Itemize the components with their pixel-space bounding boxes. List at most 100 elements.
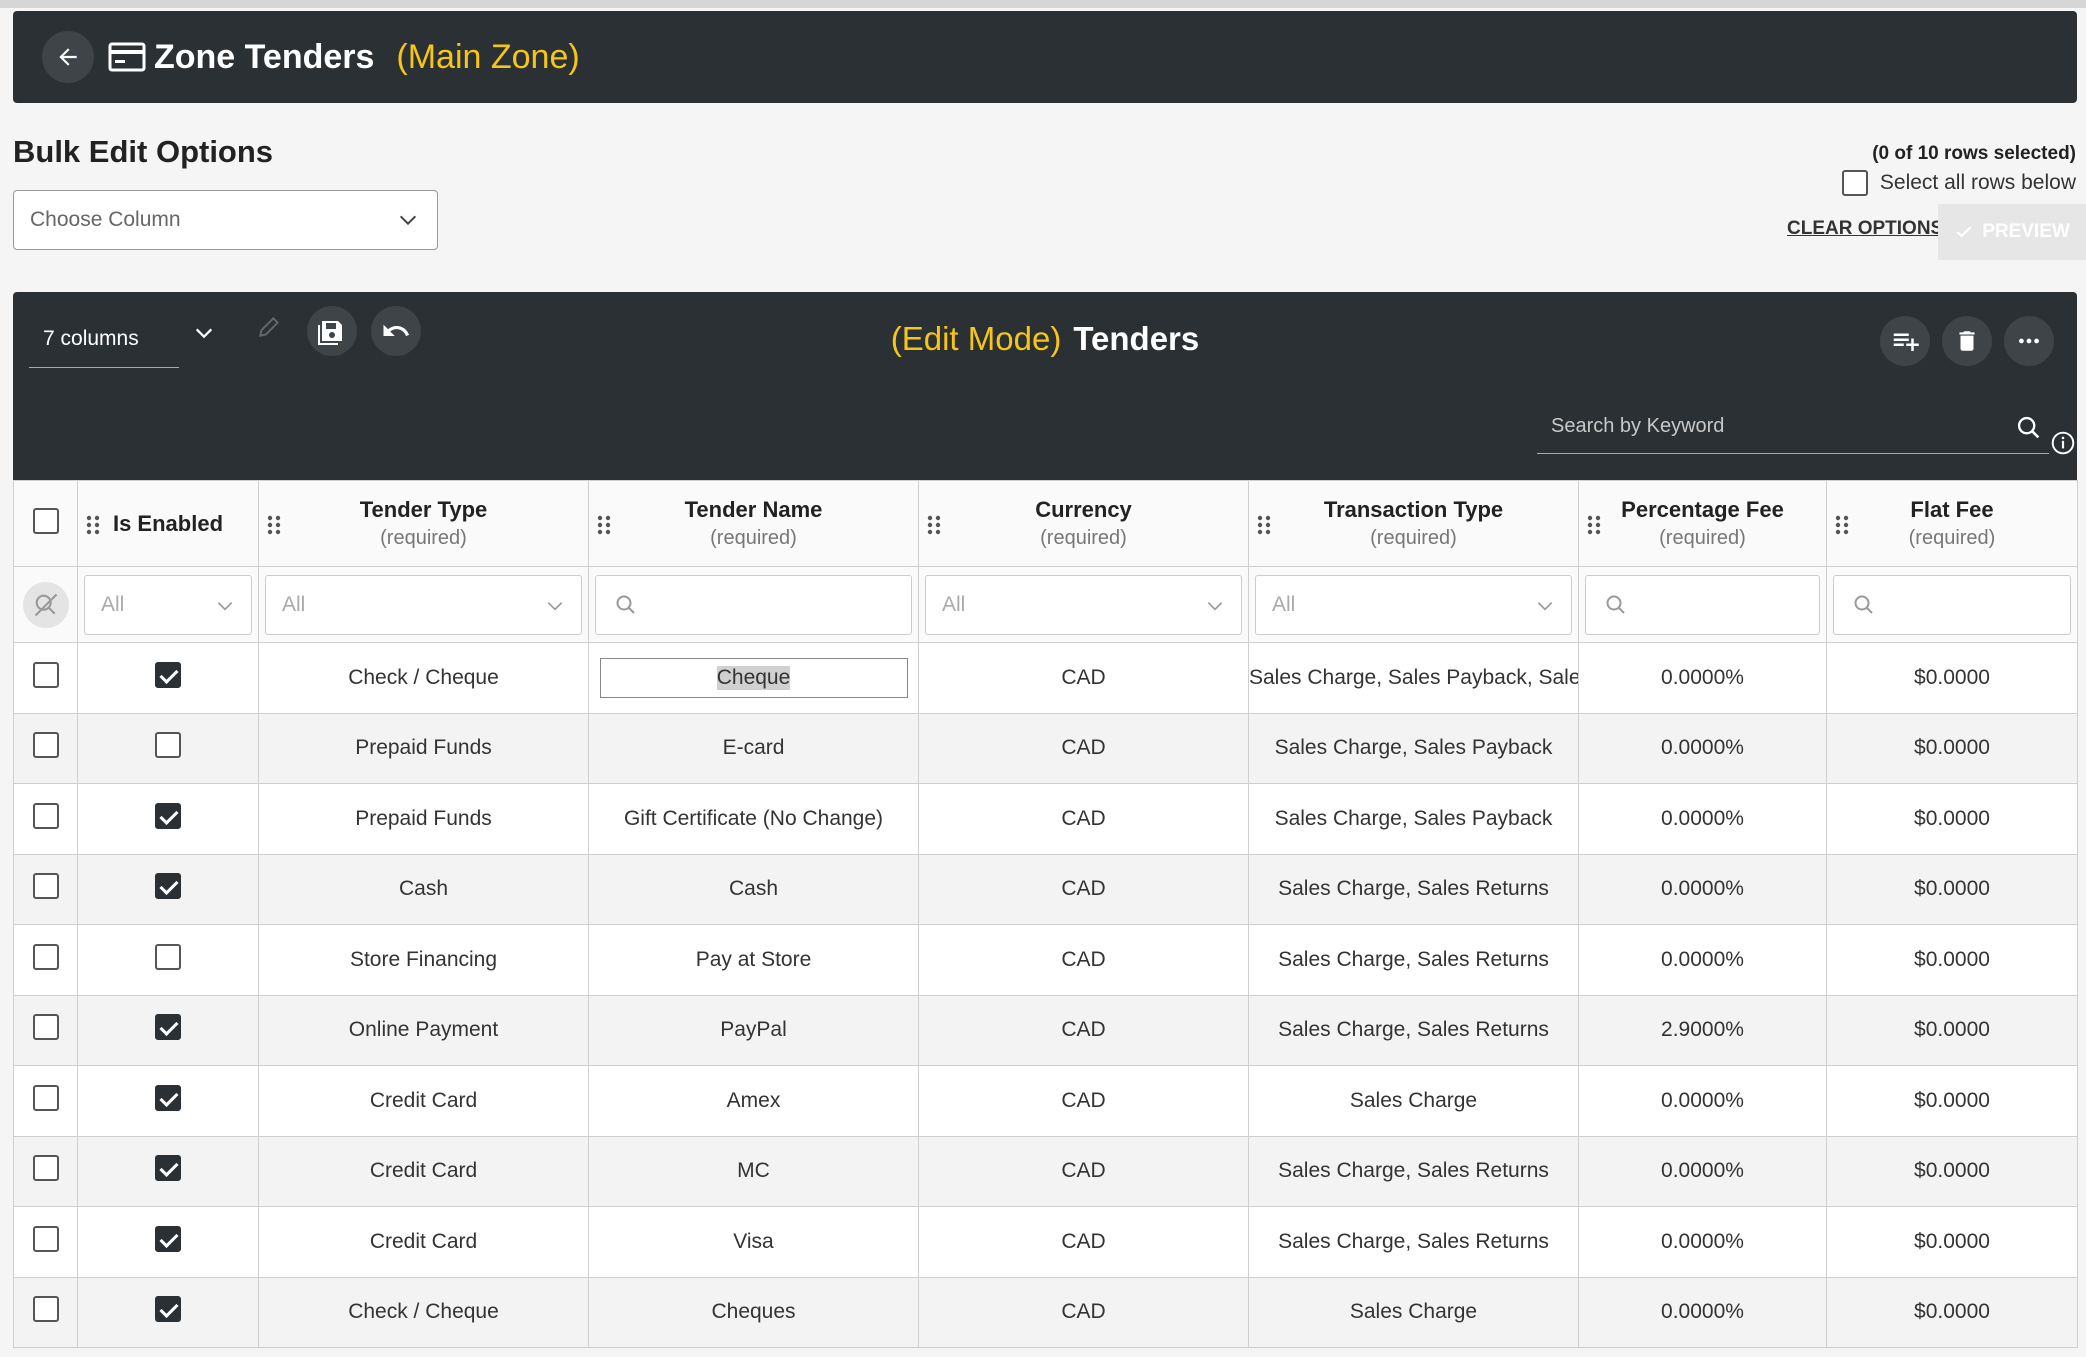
column-header-currency[interactable]: Currency (required) (918, 480, 1249, 567)
cell-flat-fee[interactable]: $0.0000 (1826, 783, 2078, 855)
row-select-checkbox[interactable] (32, 661, 59, 688)
row-select-checkbox[interactable] (32, 1296, 59, 1323)
table-row[interactable]: Credit Card MC CAD Sales Charge, Sales Retu… (13, 1135, 2078, 1207)
tender-name-editor[interactable]: Cheque (599, 657, 908, 698)
is-enabled-checkbox[interactable] (155, 943, 181, 970)
cell-tender-name[interactable]: PayPal (588, 994, 919, 1066)
cell-flat-fee[interactable]: $0.0000 (1826, 853, 2078, 925)
table-row[interactable]: Store Financing Pay at Store CAD Sales Char… (13, 924, 2078, 996)
choose-column-select[interactable]: Choose Column (13, 190, 438, 250)
filter-clear-button[interactable] (22, 581, 69, 628)
cell-currency[interactable]: CAD (918, 783, 1249, 855)
cell-tender-name[interactable]: Gift Certificate (No Change) (588, 783, 919, 855)
cell-transaction-type[interactable]: Sales Charge, Sales Payback (1248, 712, 1579, 784)
cell-currency[interactable]: CAD (918, 712, 1249, 784)
cell-tender-name[interactable]: Cash (588, 853, 919, 925)
table-row[interactable]: Credit Card Visa CAD Sales Charge, Sales Re… (13, 1206, 2078, 1278)
select-all-checkbox[interactable] (1841, 170, 1868, 196)
cell-flat-fee[interactable]: $0.0000 (1826, 1276, 2078, 1348)
cell-tender-type[interactable]: Prepaid Funds (258, 712, 589, 784)
cell-percentage-fee[interactable]: 0.0000% (1578, 1135, 1827, 1207)
cell-percentage-fee[interactable]: 2.9000% (1578, 994, 1827, 1066)
drag-grip-icon[interactable] (927, 514, 941, 536)
is-enabled-checkbox[interactable] (155, 1225, 181, 1252)
keyword-search-input[interactable] (1537, 404, 1977, 448)
cell-percentage-fee[interactable]: 0.0000% (1578, 1065, 1827, 1137)
cell-percentage-fee[interactable]: 0.0000% (1578, 853, 1827, 925)
column-header-tender-name[interactable]: Tender Name (required) (588, 480, 919, 567)
filter-transaction-type-select[interactable]: All (1255, 574, 1572, 635)
table-row[interactable]: Prepaid Funds Gift Certificate (No Change… (13, 783, 2078, 855)
column-header-tender-type[interactable]: Tender Type (required) (258, 480, 589, 567)
is-enabled-checkbox[interactable] (155, 732, 181, 759)
is-enabled-checkbox[interactable] (155, 802, 181, 829)
clear-options-button[interactable]: CLEAR OPTIONS (1787, 218, 1943, 240)
table-row[interactable]: Credit Card Amex CAD Sales Charge 0.0000% $0.… (13, 1065, 2078, 1137)
cell-flat-fee[interactable]: $0.0000 (1826, 994, 2078, 1066)
cell-currency[interactable]: CAD (918, 853, 1249, 925)
is-enabled-checkbox[interactable] (155, 1296, 181, 1323)
cell-percentage-fee[interactable]: 0.0000% (1578, 642, 1827, 714)
table-row[interactable]: Check / Cheque Cheques CAD Sales Charge 0.00… (13, 1276, 2078, 1348)
filter-flat-fee-input[interactable] (1833, 574, 2071, 635)
cell-tender-type[interactable]: Check / Cheque (258, 642, 589, 714)
back-button[interactable] (42, 31, 94, 83)
filter-is-enabled-select[interactable]: All (84, 574, 252, 635)
row-select-checkbox[interactable] (32, 1014, 59, 1041)
search-icon[interactable] (2015, 414, 2043, 442)
cell-flat-fee[interactable]: $0.0000 (1826, 1135, 2078, 1207)
cell-flat-fee[interactable]: $0.0000 (1826, 1065, 2078, 1137)
cell-transaction-type[interactable]: Sales Charge, Sales Returns (1248, 924, 1579, 996)
table-row[interactable]: Check / Cheque Cheque CAD Sales Charge, Sal… (13, 642, 2078, 714)
cell-flat-fee[interactable]: $0.0000 (1826, 1206, 2078, 1278)
cell-transaction-type[interactable]: Sales Charge (1248, 1276, 1579, 1348)
cell-tender-name[interactable]: Cheques (588, 1276, 919, 1348)
more-button[interactable] (2004, 316, 2054, 366)
info-icon[interactable] (2050, 430, 2076, 456)
cell-tender-name[interactable]: Pay at Store (588, 924, 919, 996)
filter-percentage-fee-input[interactable] (1585, 574, 1820, 635)
cell-tender-type[interactable]: Credit Card (258, 1065, 589, 1137)
column-header-flat-fee[interactable]: Flat Fee (required) (1826, 480, 2078, 567)
cell-transaction-type[interactable]: Sales Charge, Sales Returns (1248, 1206, 1579, 1278)
cell-currency[interactable]: CAD (918, 642, 1249, 714)
cell-percentage-fee[interactable]: 0.0000% (1578, 783, 1827, 855)
cell-tender-type[interactable]: Credit Card (258, 1206, 589, 1278)
cell-tender-type[interactable]: Check / Cheque (258, 1276, 589, 1348)
cell-currency[interactable]: CAD (918, 924, 1249, 996)
cell-transaction-type[interactable]: Sales Charge, Sales Payback (1248, 783, 1579, 855)
is-enabled-checkbox[interactable] (155, 873, 181, 900)
cell-tender-type[interactable]: Cash (258, 853, 589, 925)
is-enabled-checkbox[interactable] (155, 1014, 181, 1041)
cell-currency[interactable]: CAD (918, 1135, 1249, 1207)
row-select-checkbox[interactable] (32, 943, 59, 970)
cell-flat-fee[interactable]: $0.0000 (1826, 642, 2078, 714)
cell-flat-fee[interactable]: $0.0000 (1826, 712, 2078, 784)
cell-percentage-fee[interactable]: 0.0000% (1578, 1276, 1827, 1348)
row-select-checkbox[interactable] (32, 802, 59, 829)
filter-tender-type-select[interactable]: All (265, 574, 582, 635)
select-all-rows[interactable]: Select all rows below (1841, 170, 2076, 196)
drag-grip-icon[interactable] (1587, 514, 1601, 536)
cell-tender-type[interactable]: Prepaid Funds (258, 783, 589, 855)
cell-tender-type[interactable]: Credit Card (258, 1135, 589, 1207)
cell-percentage-fee[interactable]: 0.0000% (1578, 924, 1827, 996)
drag-grip-icon[interactable] (1835, 514, 1849, 536)
is-enabled-checkbox[interactable] (155, 661, 181, 688)
cell-tender-type[interactable]: Store Financing (258, 924, 589, 996)
delete-button[interactable] (1942, 316, 1992, 366)
preview-button[interactable]: PREVIEW (1938, 204, 2086, 260)
is-enabled-checkbox[interactable] (155, 1084, 181, 1111)
cell-currency[interactable]: CAD (918, 1206, 1249, 1278)
row-select-checkbox[interactable] (32, 1155, 59, 1182)
cell-flat-fee[interactable]: $0.0000 (1826, 924, 2078, 996)
cell-transaction-type[interactable]: Sales Charge, Sales Returns (1248, 853, 1579, 925)
row-select-checkbox[interactable] (32, 1225, 59, 1252)
cell-tender-name[interactable]: Visa (588, 1206, 919, 1278)
drag-grip-icon[interactable] (267, 514, 281, 536)
cell-percentage-fee[interactable]: 0.0000% (1578, 1206, 1827, 1278)
cell-currency[interactable]: CAD (918, 1065, 1249, 1137)
column-header-transaction-type[interactable]: Transaction Type (required) (1248, 480, 1579, 567)
select-page-checkbox[interactable] (32, 507, 59, 534)
add-row-button[interactable] (1880, 316, 1930, 366)
